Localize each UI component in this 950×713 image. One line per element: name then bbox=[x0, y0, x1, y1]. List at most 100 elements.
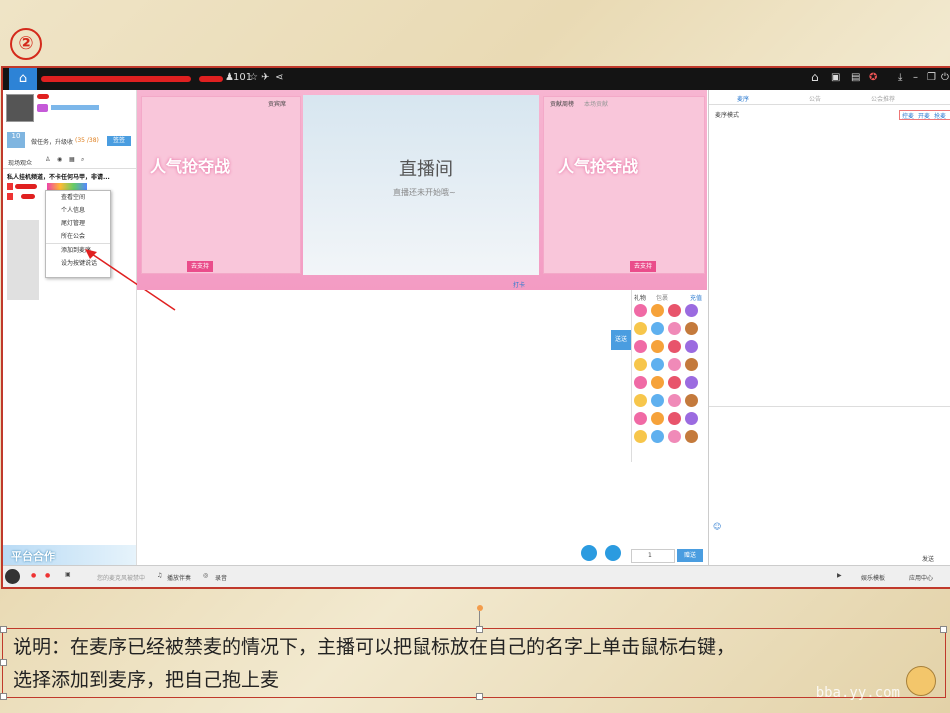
resize-handle[interactable] bbox=[0, 693, 7, 700]
speaker-icon[interactable]: ● bbox=[45, 572, 50, 579]
gift-item-icon[interactable] bbox=[651, 430, 664, 443]
play-icon[interactable]: ▶ bbox=[837, 572, 842, 579]
resize-handle[interactable] bbox=[0, 626, 7, 633]
gift-item-icon[interactable] bbox=[685, 322, 698, 335]
gift-item-icon[interactable] bbox=[685, 430, 698, 443]
gift-item-icon[interactable] bbox=[651, 394, 664, 407]
emoji-icon[interactable]: ☺ bbox=[713, 522, 721, 531]
send-button[interactable]: 发送 bbox=[922, 554, 934, 563]
tab-bag[interactable]: 包裹 bbox=[656, 293, 668, 302]
recharge-link[interactable]: 充值 bbox=[690, 293, 702, 302]
power-icon[interactable]: ⏻ bbox=[941, 72, 949, 83]
session-rank-label[interactable]: 本场贡献 bbox=[584, 99, 608, 108]
gift-item-icon[interactable] bbox=[685, 358, 698, 371]
gift-item-icon[interactable] bbox=[668, 340, 681, 353]
window-icon[interactable]: ▣ bbox=[831, 72, 840, 83]
resize-handle[interactable] bbox=[476, 693, 483, 700]
gift-item-icon[interactable] bbox=[668, 412, 681, 425]
gift-item-icon[interactable] bbox=[668, 304, 681, 317]
gift-item-icon[interactable] bbox=[651, 322, 664, 335]
restore-icon[interactable]: ❐ bbox=[927, 72, 936, 83]
support-button-left[interactable]: 去支持 bbox=[187, 261, 213, 272]
ctx-taillight[interactable]: 尾灯管理 bbox=[46, 217, 110, 230]
profile-icon[interactable] bbox=[5, 569, 20, 584]
minimize-icon[interactable]: – bbox=[913, 72, 918, 83]
resize-handle[interactable] bbox=[0, 659, 7, 666]
sign-in-button[interactable]: 签签 bbox=[107, 136, 131, 146]
queue-mode-selector[interactable]: 麦序模式 bbox=[715, 110, 739, 119]
gift-item-icon[interactable] bbox=[634, 340, 647, 353]
window-small-icon[interactable]: ▣ bbox=[65, 571, 71, 578]
support-button-right[interactable]: 去支持 bbox=[630, 261, 656, 272]
gift-panel: 礼物 包裹 充值 bbox=[631, 290, 707, 462]
gift-item-icon[interactable] bbox=[668, 376, 681, 389]
location-icon[interactable]: ◉ bbox=[57, 156, 62, 163]
record-button[interactable]: 录音 bbox=[215, 573, 227, 582]
rotation-handle[interactable] bbox=[477, 605, 483, 611]
list-icon[interactable]: ▤ bbox=[851, 72, 860, 83]
home-icon[interactable]: ⌂ bbox=[9, 68, 37, 90]
p-round-icon[interactable] bbox=[605, 545, 621, 561]
resize-handle[interactable] bbox=[940, 626, 947, 633]
gift-item-icon[interactable] bbox=[651, 376, 664, 389]
share-icon[interactable]: ⋖ bbox=[275, 72, 283, 83]
gift-item-icon[interactable] bbox=[651, 340, 664, 353]
gift-item-icon[interactable] bbox=[634, 322, 647, 335]
tab-mic-queue[interactable]: 麦序 bbox=[737, 94, 749, 103]
resize-handle[interactable] bbox=[476, 626, 483, 633]
gift-item-icon[interactable] bbox=[651, 358, 664, 371]
gift-item-icon[interactable] bbox=[634, 376, 647, 389]
ctx-guild[interactable]: 所在公会 bbox=[46, 230, 110, 243]
gift-item-icon[interactable] bbox=[685, 340, 698, 353]
gift-quantity-select[interactable]: 1 bbox=[631, 549, 675, 563]
gift-item-icon[interactable] bbox=[634, 304, 647, 317]
mic-round-icon[interactable] bbox=[581, 545, 597, 561]
ctx-view-space[interactable]: 查看空间 bbox=[46, 191, 110, 204]
gift-item-icon[interactable] bbox=[634, 394, 647, 407]
gift-item-icon[interactable] bbox=[668, 394, 681, 407]
avatar[interactable] bbox=[6, 94, 34, 122]
gift-item-icon[interactable] bbox=[668, 322, 681, 335]
gift-item-icon[interactable] bbox=[651, 304, 664, 317]
checkin-tab[interactable]: 打卡 bbox=[513, 280, 525, 289]
calendar-icon[interactable]: 10 bbox=[7, 132, 25, 148]
tab-audience[interactable]: 现场观众 bbox=[8, 158, 32, 167]
gift-item-icon[interactable] bbox=[634, 430, 647, 443]
home-nav-icon[interactable]: ⌂ bbox=[811, 70, 819, 84]
platform-banner[interactable]: 平台合作 bbox=[3, 545, 136, 565]
play-accompaniment[interactable]: 播放伴奏 bbox=[167, 573, 191, 582]
gift-item-icon[interactable] bbox=[685, 376, 698, 389]
gift-item-icon[interactable] bbox=[634, 358, 647, 371]
game-icon[interactable]: ✪ bbox=[869, 72, 877, 83]
ctx-profile[interactable]: 个人信息 bbox=[46, 204, 110, 217]
gift-item-icon[interactable] bbox=[685, 304, 698, 317]
download-icon[interactable]: ⤓ bbox=[898, 72, 902, 83]
tab-guild-recommend[interactable]: 公会推荐 bbox=[871, 94, 895, 103]
tab-announcement[interactable]: 公告 bbox=[809, 94, 821, 103]
person-icon[interactable]: ♙ bbox=[45, 156, 50, 163]
entertainment-template[interactable]: 娱乐模板 bbox=[861, 573, 885, 582]
user-row[interactable] bbox=[7, 193, 43, 201]
app-screenshot: ⌂ ♟ 101 ☆ ✈ ⋖ ⌂ ▣ ▤ ✪ ⤓ – ❐ ⏻ 10 做任务，升级收… bbox=[1, 66, 950, 589]
tab-gifts[interactable]: 礼物 bbox=[634, 293, 646, 302]
guest-seat-label: 贡宾席 bbox=[268, 101, 287, 108]
grab-mic-button[interactable]: 抢麦 bbox=[934, 111, 946, 120]
gift-item-icon[interactable] bbox=[651, 412, 664, 425]
gift-item-icon[interactable] bbox=[685, 394, 698, 407]
search-icon[interactable]: ⌕ bbox=[81, 156, 84, 164]
send-gift-side-button[interactable]: 送送 bbox=[611, 330, 631, 350]
gift-item-icon[interactable] bbox=[685, 412, 698, 425]
open-mic-button[interactable]: 开麦 bbox=[918, 111, 930, 120]
grid-icon[interactable]: ▦ bbox=[69, 156, 75, 163]
music-icon[interactable]: ♫ bbox=[157, 572, 162, 579]
star-icon[interactable]: ☆ bbox=[249, 72, 258, 83]
plane-icon[interactable]: ✈ bbox=[261, 72, 269, 83]
gift-send-button[interactable]: 赠送 bbox=[677, 549, 703, 562]
record-icon[interactable]: ◎ bbox=[203, 572, 208, 579]
app-center[interactable]: 应用中心 bbox=[909, 573, 933, 582]
mic-icon[interactable]: ● bbox=[31, 572, 36, 579]
mic-control-button[interactable]: 控麦 bbox=[902, 111, 914, 120]
gift-item-icon[interactable] bbox=[634, 412, 647, 425]
gift-item-icon[interactable] bbox=[668, 358, 681, 371]
gift-item-icon[interactable] bbox=[668, 430, 681, 443]
